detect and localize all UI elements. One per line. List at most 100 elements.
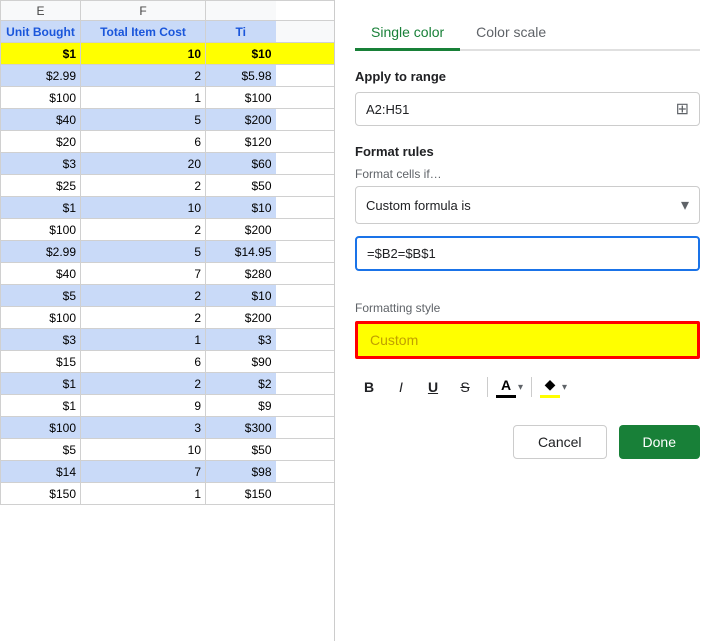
table-row: 7: [81, 461, 206, 483]
range-value: A2:H51: [366, 102, 676, 117]
table-row: $40: [1, 109, 81, 131]
table-row: $200: [206, 307, 276, 329]
table-row: $200: [206, 109, 276, 131]
table-row: $3: [1, 329, 81, 351]
table-row: $90: [206, 351, 276, 373]
table-row: $2.99: [1, 65, 81, 87]
table-row: 1: [81, 483, 206, 505]
table-row: $300: [206, 417, 276, 439]
fill-color-indicator: [540, 395, 560, 398]
table-row: $50: [206, 175, 276, 197]
table-row: $150: [206, 483, 276, 505]
table-row: 2: [81, 175, 206, 197]
table-row: $10: [206, 285, 276, 307]
range-container: A2:H51 ⊞: [355, 92, 700, 126]
apply-to-range-label: Apply to range: [355, 69, 700, 84]
table-row: $1: [1, 373, 81, 395]
table-row: $150: [1, 483, 81, 505]
table-row: 10: [81, 197, 206, 219]
table-row: 10: [81, 43, 206, 65]
table-row: $1: [1, 395, 81, 417]
table-row: $5: [1, 439, 81, 461]
formula-input[interactable]: [355, 236, 700, 271]
table-row: $10: [206, 43, 276, 65]
range-select-icon[interactable]: ⊞: [676, 99, 689, 119]
col-sub-header-f: Total Item Cost: [81, 21, 206, 43]
font-color-arrow-icon: ▾: [518, 382, 523, 393]
format-condition-dropdown[interactable]: Custom formula is ▾: [355, 186, 700, 224]
spreadsheet-panel: E F Unit Bought Total Item Cost Ti $110$…: [0, 0, 335, 641]
dropdown-value: Custom formula is: [366, 198, 471, 213]
table-row: 2: [81, 285, 206, 307]
formatting-style-section: Formatting style Custom B I U S A ▾ ◆: [355, 301, 700, 405]
table-row: $98: [206, 461, 276, 483]
table-row: $14: [1, 461, 81, 483]
table-row: $100: [206, 87, 276, 109]
format-rules-section: Format rules Format cells if… Custom for…: [355, 144, 700, 287]
table-row: $25: [1, 175, 81, 197]
table-row: 2: [81, 65, 206, 87]
table-row: $1: [1, 43, 81, 65]
table-row: $100: [1, 417, 81, 439]
table-row: $20: [1, 131, 81, 153]
custom-style-box[interactable]: Custom: [355, 321, 700, 359]
toolbar-divider: [487, 377, 488, 397]
table-row: $280: [206, 263, 276, 285]
table-row: 6: [81, 131, 206, 153]
table-row: 1: [81, 87, 206, 109]
table-row: $40: [1, 263, 81, 285]
strikethrough-button[interactable]: S: [451, 373, 479, 401]
table-row: 9: [81, 395, 206, 417]
fill-color-arrow-icon: ▾: [562, 382, 567, 393]
table-row: $120: [206, 131, 276, 153]
table-row: 5: [81, 241, 206, 263]
table-row: 10: [81, 439, 206, 461]
tab-single-color[interactable]: Single color: [355, 16, 460, 51]
fill-color-button-group[interactable]: ◆ ▾: [540, 376, 567, 398]
col-header-e: E: [1, 1, 81, 21]
table-row: $2.99: [1, 241, 81, 263]
table-row: $200: [206, 219, 276, 241]
col-header-g: [206, 1, 276, 21]
table-row: 3: [81, 417, 206, 439]
tab-color-scale[interactable]: Color scale: [460, 16, 562, 51]
table-row: $50: [206, 439, 276, 461]
side-panel: Single color Color scale Apply to range …: [335, 0, 720, 641]
table-row: 5: [81, 109, 206, 131]
table-row: 7: [81, 263, 206, 285]
table-row: 6: [81, 351, 206, 373]
table-row: 20: [81, 153, 206, 175]
bold-button[interactable]: B: [355, 373, 383, 401]
fill-color-label: ◆: [545, 376, 556, 393]
col-sub-header-e: Unit Bought: [1, 21, 81, 43]
table-row: $60: [206, 153, 276, 175]
table-row: 2: [81, 219, 206, 241]
done-button[interactable]: Done: [619, 425, 700, 459]
table-row: $9: [206, 395, 276, 417]
underline-button[interactable]: U: [419, 373, 447, 401]
toolbar-divider-2: [531, 377, 532, 397]
table-row: $1: [1, 197, 81, 219]
tabs-container: Single color Color scale: [355, 16, 700, 51]
table-row: $15: [1, 351, 81, 373]
table-row: $100: [1, 87, 81, 109]
formatting-style-label: Formatting style: [355, 301, 700, 315]
font-color-button-group[interactable]: A ▾: [496, 377, 523, 398]
table-row: $14.95: [206, 241, 276, 263]
cancel-button[interactable]: Cancel: [513, 425, 607, 459]
font-color-indicator: [496, 395, 516, 398]
table-row: 2: [81, 373, 206, 395]
format-rules-label: Format rules: [355, 144, 700, 159]
col-sub-header-g: Ti: [206, 21, 276, 43]
font-color-label: A: [501, 377, 511, 393]
table-row: $5: [1, 285, 81, 307]
table-row: $5.98: [206, 65, 276, 87]
table-row: $10: [206, 197, 276, 219]
action-buttons: Cancel Done: [355, 425, 700, 459]
format-toolbar: B I U S A ▾ ◆ ▾: [355, 369, 700, 405]
italic-button[interactable]: I: [387, 373, 415, 401]
table-row: $2: [206, 373, 276, 395]
col-header-cut: [276, 1, 336, 21]
format-cells-label: Format cells if…: [355, 167, 700, 181]
col-header-f: F: [81, 1, 206, 21]
